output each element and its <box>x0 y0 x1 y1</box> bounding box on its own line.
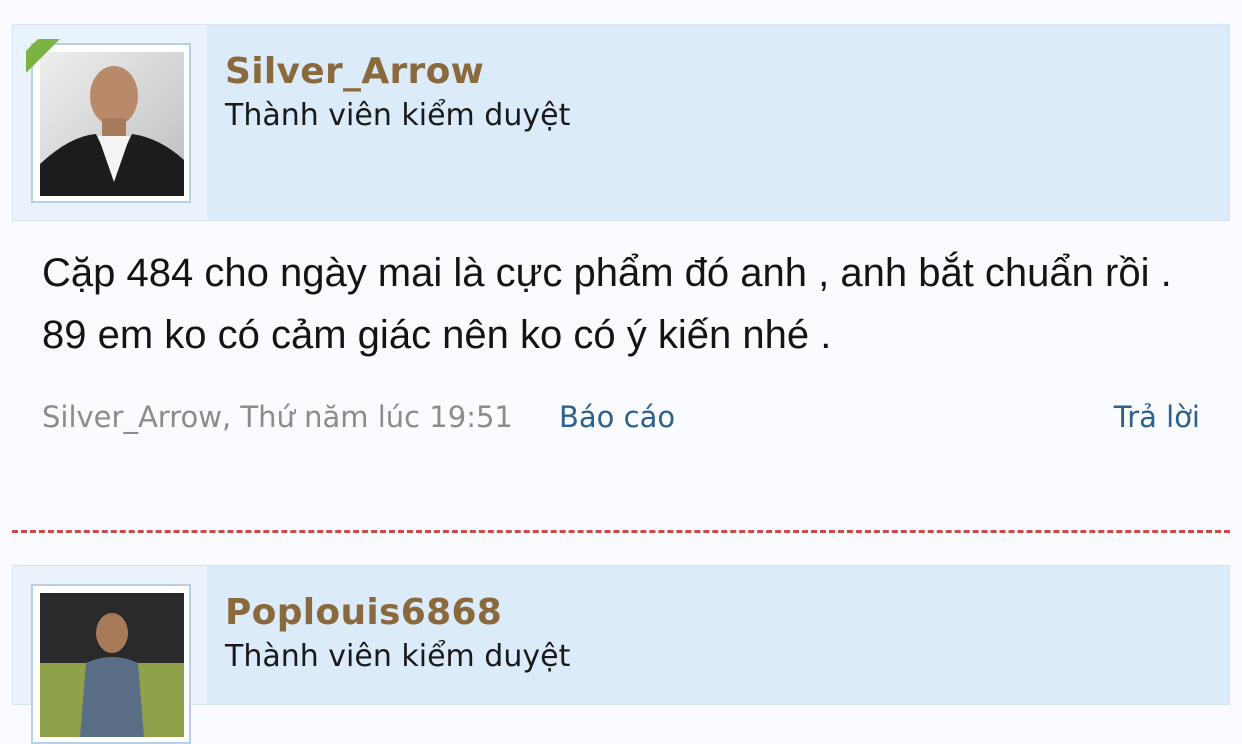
post-author-date[interactable]: Silver_Arrow, Thứ năm lúc 19:51 <box>42 400 513 434</box>
post-message: Cặp 484 cho ngày mai là cực phẩm đó anh … <box>42 251 1172 357</box>
avatar[interactable] <box>31 584 191 744</box>
user-title: Thành viên kiểm duyệt <box>225 98 571 133</box>
post-divider <box>12 530 1230 533</box>
avatar-image[interactable] <box>40 593 184 737</box>
avatar-column <box>13 25 207 220</box>
post-header: Silver_Arrow Thành viên kiểm duyệt <box>12 24 1230 221</box>
report-link[interactable]: Báo cáo <box>559 400 675 434</box>
avatar[interactable] <box>31 43 191 203</box>
username-link[interactable]: Poplouis6868 <box>225 592 502 633</box>
avatar-column <box>13 566 207 744</box>
username-link[interactable]: Silver_Arrow <box>225 51 484 92</box>
reply-link[interactable]: Trả lời <box>1114 400 1200 434</box>
post-header: Poplouis6868 Thành viên kiểm duyệt <box>12 565 1230 744</box>
avatar-image[interactable] <box>40 52 184 196</box>
user-title: Thành viên kiểm duyệt <box>225 639 571 674</box>
